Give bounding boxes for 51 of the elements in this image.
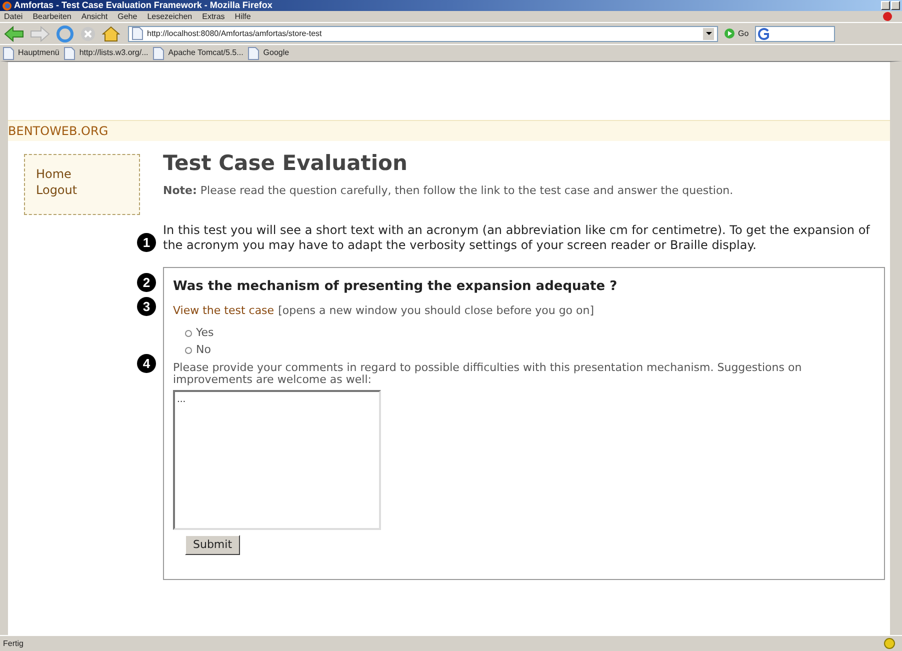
number-marker: 4 — [137, 354, 156, 373]
number-marker: 2 — [137, 273, 156, 292]
status-text: Fertig — [3, 638, 24, 650]
bookmark-link[interactable]: Apache Tomcat/5.5... — [168, 47, 244, 59]
number-marker: 1 — [137, 233, 156, 252]
status-indicator-icon — [884, 638, 895, 649]
menu-item[interactable]: Extras — [202, 12, 225, 22]
menu-item[interactable]: Gehe — [118, 12, 138, 22]
window-title: Amfortas - Test Case Evaluation Framework - Mozilla Firefox — [14, 0, 272, 11]
number-marker: 3 — [137, 297, 156, 316]
radio-label: No — [196, 342, 211, 358]
comment-field[interactable]: ... — [173, 390, 381, 530]
maximize-button[interactable] — [891, 1, 900, 10]
page-icon — [3, 46, 14, 60]
radio-button[interactable] — [185, 347, 192, 354]
home-icon[interactable] — [102, 26, 120, 42]
question-text: Was the mechanism of presenting the expansion adequate ? — [173, 278, 618, 296]
browser-logo-icon — [2, 0, 12, 10]
page-icon — [153, 46, 164, 60]
bookmark-link[interactable]: Google — [263, 47, 290, 59]
page-heading: Test Case Evaluation — [163, 150, 408, 176]
site-name: BENTOWEB.ORG — [8, 123, 108, 140]
page-icon — [132, 27, 143, 40]
note-text: Note: Please read the question carefully, then follow the link to the test case and answer the question. — [163, 183, 734, 199]
menu-item[interactable]: Lesezeichen — [147, 12, 192, 22]
bookmark-link[interactable]: Hauptmenü — [18, 47, 60, 59]
page-icon — [64, 46, 76, 60]
menu-item[interactable]: Bearbeiten — [32, 12, 72, 22]
minimize-button[interactable] — [881, 1, 890, 10]
search-field[interactable] — [754, 26, 835, 42]
radio-label: Yes — [196, 325, 214, 342]
submit-button[interactable]: Submit — [185, 535, 240, 555]
comment-prompt: Please provide your comments in regard to possible difficulties with this presentation mechanism. Suggestions on improvements are welcome as well: — [173, 362, 803, 386]
search-engine-icon[interactable] — [758, 28, 770, 40]
go-button[interactable]: Go — [738, 28, 749, 40]
address-field[interactable]: http://localhost:8080/Amfortas/amfortas/store-test — [128, 26, 718, 42]
menu-item[interactable]: Datei — [4, 12, 23, 22]
intro-paragraph: In this test you will see a short text with an acronym (an abbreviation like cm for centimetre). To get the expansion of the acronym you may have to adapt the verbosity settings of your screen reader or Braille display. — [163, 223, 872, 253]
dropdown-icon[interactable] — [703, 28, 714, 40]
page-icon — [248, 46, 260, 60]
bookmark-link[interactable]: http://lists.w3.org/... — [79, 47, 148, 59]
back-arrow-icon[interactable] — [4, 26, 24, 42]
sidebar-link[interactable]: Home — [36, 166, 72, 182]
link-hint: [opens a new window you should close before you go on] — [278, 302, 594, 318]
test-case-link[interactable]: View the test case — [173, 302, 274, 319]
menu-item[interactable]: Hilfe — [234, 12, 251, 22]
menu-item[interactable]: Ansicht — [81, 12, 108, 22]
sidebar-link[interactable]: Logout — [36, 182, 78, 198]
radio-button[interactable] — [185, 330, 192, 337]
reload-icon[interactable] — [56, 24, 74, 42]
go-icon[interactable] — [724, 28, 735, 39]
